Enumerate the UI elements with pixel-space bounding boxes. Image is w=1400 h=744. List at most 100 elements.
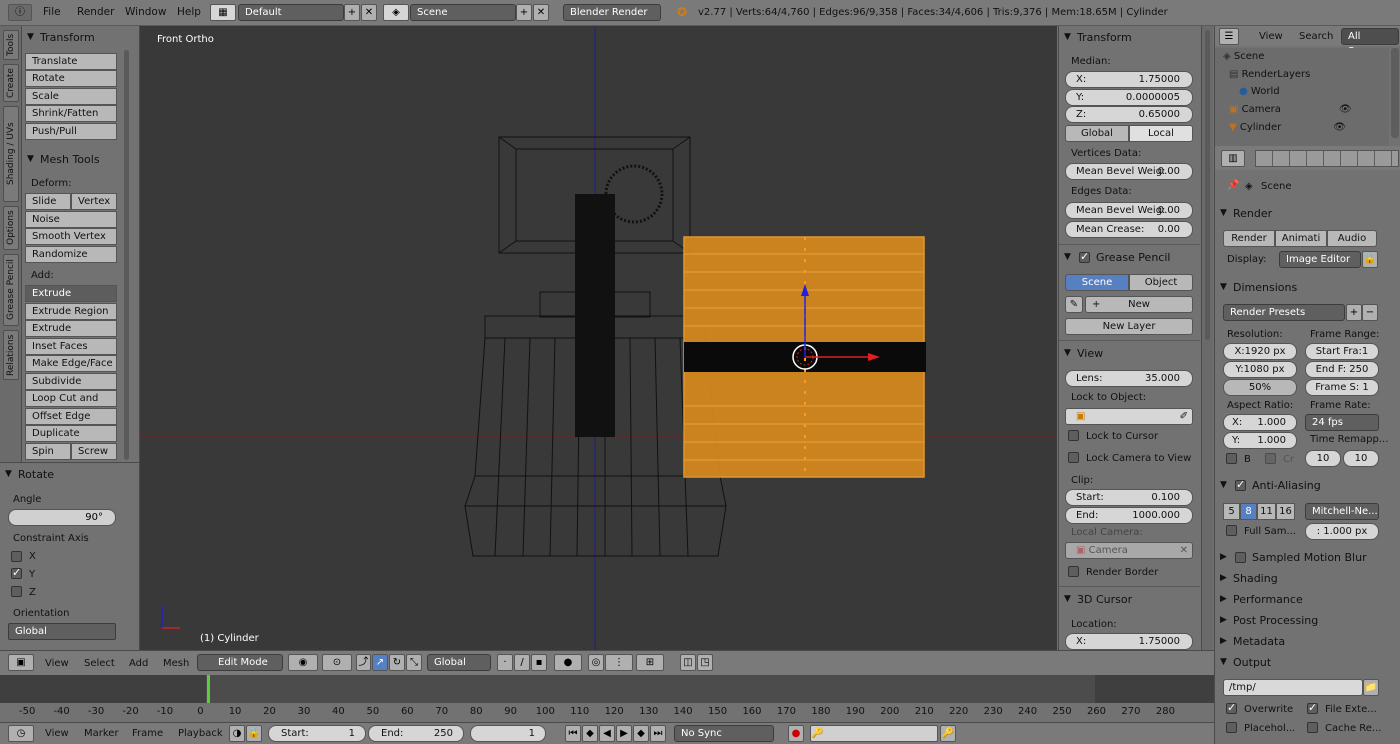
render-engine-select[interactable]: Blender Render <box>563 4 661 21</box>
close-scene-icon[interactable]: ✕ <box>533 4 549 21</box>
end-frame-field[interactable]: End F: 250 <box>1305 361 1379 378</box>
make-edge-face-button[interactable]: Make Edge/Face <box>25 355 117 372</box>
start-frame-field[interactable]: Start: 1 <box>268 725 366 742</box>
outliner-scene[interactable]: ◈ Scene <box>1223 51 1264 62</box>
clear-icon[interactable]: ✕ <box>1180 543 1188 558</box>
anti-aliasing-header[interactable]: ▼Anti-Aliasing <box>1215 476 1400 496</box>
shrink-fatten-button[interactable]: Shrink/Fatten <box>25 105 117 122</box>
context-tab-icons[interactable] <box>1255 150 1399 167</box>
current-frame-cursor[interactable] <box>207 675 210 705</box>
outliner-editor-icon[interactable]: ☰ <box>1219 28 1239 45</box>
aspect-y-field[interactable]: Y: 1.000 <box>1223 432 1297 449</box>
tab-create[interactable]: Create <box>3 64 19 102</box>
folder-icon[interactable]: 📁 <box>1363 679 1379 696</box>
insert-keyframe-icon[interactable]: 🔑 <box>940 725 956 742</box>
remap-old-field[interactable]: 10 <box>1305 450 1341 467</box>
current-frame-field[interactable]: 1 <box>470 725 546 742</box>
render-border-checkbox[interactable] <box>1068 566 1079 577</box>
mesh-menu[interactable]: Mesh <box>163 658 189 669</box>
aa-filter-select[interactable]: Mitchell-Ne... <box>1305 503 1379 520</box>
placeholders-checkbox[interactable] <box>1226 722 1237 733</box>
outliner-world[interactable]: ● World <box>1239 86 1280 97</box>
lock-interface-icon[interactable]: 🔒 <box>1362 251 1378 268</box>
3d-cursor-header[interactable]: ▼ 3D Cursor <box>1059 590 1200 610</box>
transform-panel-header[interactable]: ▼ Transform <box>22 28 139 48</box>
mean-crease-field[interactable]: Mean Crease: 0.00 <box>1065 221 1193 238</box>
output-path-field[interactable]: /tmp/ <box>1223 679 1363 696</box>
toolshelf-scrollbar[interactable] <box>124 50 129 460</box>
editor-type-button[interactable]: ⓘ <box>8 4 32 21</box>
visibility-eye-icon[interactable]: 👁 <box>1339 104 1352 115</box>
add-preset-icon[interactable]: + <box>1346 304 1362 321</box>
tab-options[interactable]: Options <box>3 206 19 250</box>
timeline-view-menu[interactable]: View <box>45 728 69 739</box>
menu-render[interactable]: Render <box>77 6 114 18</box>
extrude-region-button[interactable]: Extrude Region <box>25 303 117 320</box>
occlude-geometry-icon[interactable]: ● <box>554 654 582 671</box>
constraint-y-checkbox[interactable] <box>11 566 22 579</box>
jump-start-icon[interactable]: ⏮ <box>565 725 581 742</box>
timeline-marker-menu[interactable]: Marker <box>84 728 119 739</box>
rotate-operator-header[interactable]: ▼ Rotate <box>0 465 139 485</box>
randomize-button[interactable]: Randomize <box>25 246 117 263</box>
dimensions-panel-header[interactable]: ▼ Dimensions <box>1215 278 1400 298</box>
constraint-x-checkbox[interactable] <box>11 551 22 562</box>
vertex-bevel-weight-field[interactable]: Mean Bevel Weig: 0.00 <box>1065 163 1193 180</box>
frame-step-field[interactable]: Frame S: 1 <box>1305 379 1379 396</box>
tab-grease-pencil[interactable]: Grease Pencil <box>3 254 19 326</box>
tab-tools[interactable]: Tools <box>3 30 19 60</box>
scene-icon[interactable]: ◈ <box>383 4 409 21</box>
edge-select-icon[interactable]: / <box>514 654 530 671</box>
pencil-icon[interactable]: ✎ <box>1065 296 1083 313</box>
outliner-camera[interactable]: ▣ Camera 👁 <box>1229 104 1352 115</box>
display-select[interactable]: Image Editor <box>1279 251 1361 268</box>
gp-scene-toggle[interactable]: Scene <box>1065 274 1129 291</box>
face-select-icon[interactable]: ▪ <box>531 654 547 671</box>
n-transform-header[interactable]: ▼ Transform <box>1059 28 1200 48</box>
render-button[interactable]: Render <box>1223 230 1275 247</box>
tab-relations[interactable]: Relations <box>3 330 19 380</box>
lens-field[interactable]: Lens: 35.000 <box>1065 370 1193 387</box>
menu-help[interactable]: Help <box>177 6 201 18</box>
record-icon[interactable]: ● <box>788 725 804 742</box>
mesh-tools-panel-header[interactable]: ▼ Mesh Tools <box>22 150 139 170</box>
border-checkbox[interactable] <box>1226 453 1237 464</box>
angle-field[interactable]: 90° <box>8 509 116 526</box>
post-processing-header[interactable]: ▶ Post Processing <box>1215 611 1400 631</box>
add-layout-icon[interactable]: + <box>344 4 360 21</box>
spin-button[interactable]: Spin <box>25 443 71 460</box>
tab-shading-uvs[interactable]: Shading / UVs <box>3 106 19 202</box>
lock-range-icon[interactable]: 🔒 <box>246 725 262 742</box>
n-panel-scrollbar[interactable] <box>1201 26 1213 650</box>
full-sample-checkbox[interactable] <box>1226 525 1237 536</box>
aa-samples-5[interactable]: 5 <box>1223 503 1240 520</box>
vertex-select-icon[interactable]: · <box>497 654 513 671</box>
menu-window[interactable]: Window <box>125 6 166 18</box>
lock-object-field[interactable]: ▣ ✐ <box>1065 408 1193 425</box>
add-menu[interactable]: Add <box>129 658 148 669</box>
translate-manipulator-icon[interactable]: ↗ <box>372 654 388 671</box>
resolution-y-field[interactable]: Y:1080 px <box>1223 361 1297 378</box>
aspect-x-field[interactable]: X: 1.000 <box>1223 414 1297 431</box>
duplicate-button[interactable]: Duplicate <box>25 425 117 442</box>
render-presets-select[interactable]: Render Presets <box>1223 304 1345 321</box>
resolution-percent-slider[interactable]: 50% <box>1223 379 1297 396</box>
outliner-view-menu[interactable]: View <box>1259 31 1283 42</box>
rotate-manipulator-icon[interactable]: ↻ <box>389 654 405 671</box>
motion-blur-checkbox[interactable] <box>1235 552 1246 563</box>
timeline[interactable]: -50 -40 -30 -20 -10 0 10 20 30 40 50 60 70 80 90 100 110… <box>0 675 1214 723</box>
loop-cut-button[interactable]: Loop Cut and Slide <box>25 390 117 419</box>
edge-bevel-weight-field[interactable]: Mean Bevel Weig: 0.00 <box>1065 202 1193 219</box>
outliner-filter-select[interactable]: All Scenes <box>1341 28 1399 57</box>
grease-pencil-header[interactable]: ▼Grease Pencil <box>1059 248 1200 268</box>
crop-checkbox[interactable] <box>1265 453 1276 464</box>
scale-button[interactable]: Scale <box>25 88 117 105</box>
outliner-search-menu[interactable]: Search <box>1299 31 1333 42</box>
scroll-thumb[interactable] <box>1205 30 1210 340</box>
file-extensions-checkbox[interactable] <box>1307 701 1318 714</box>
anti-aliasing-checkbox[interactable] <box>1235 478 1246 491</box>
keying-set-field[interactable]: 🔑 <box>810 725 938 742</box>
metadata-header[interactable]: ▶ Metadata <box>1215 632 1400 652</box>
pivot-point-icon[interactable]: ⊙ <box>322 654 352 671</box>
scale-manipulator-icon[interactable]: ⤡ <box>406 654 422 671</box>
